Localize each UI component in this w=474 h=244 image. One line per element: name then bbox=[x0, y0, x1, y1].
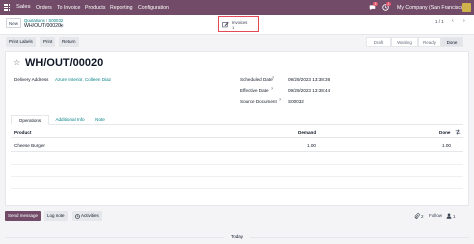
top-navbar: Sales Orders To Invoice Products Reporti… bbox=[0, 0, 474, 15]
tab-additional-info[interactable]: Additional Info bbox=[51, 115, 89, 125]
effective-date-label: Effective Date bbox=[240, 88, 269, 93]
user-avatar[interactable] bbox=[462, 3, 471, 12]
status-ready: Ready bbox=[418, 37, 441, 47]
clock-icon bbox=[74, 213, 80, 219]
menu-reporting[interactable]: Reporting bbox=[110, 5, 133, 11]
menu-to-invoice[interactable]: To Invoice bbox=[57, 5, 80, 11]
activities-button[interactable]: Activities bbox=[72, 211, 102, 221]
menu-orders[interactable]: Orders bbox=[36, 5, 52, 11]
breadcrumb: Quotations / S00032 bbox=[24, 18, 63, 23]
help-mark[interactable]: ? bbox=[272, 76, 274, 80]
pager-next-icon[interactable]: › bbox=[463, 18, 465, 24]
invoices-smart-button[interactable]: Invoices 1 bbox=[218, 16, 259, 32]
tab-note[interactable]: Note bbox=[91, 115, 109, 125]
breadcrumb-order[interactable]: S00032 bbox=[48, 18, 63, 23]
breadcrumb-current: WH/OUT/00020 bbox=[24, 23, 61, 29]
breadcrumb-quotations[interactable]: Quotations bbox=[24, 18, 45, 23]
send-message-button[interactable]: Send message bbox=[5, 211, 42, 221]
row-product: Cheese Burger bbox=[14, 143, 45, 148]
print-button[interactable]: Print bbox=[40, 37, 56, 47]
activities-label: Activities bbox=[81, 213, 99, 218]
pager-value[interactable]: 1 / 1 bbox=[435, 19, 444, 24]
column-product[interactable]: Product bbox=[14, 130, 31, 135]
pencil-square-icon bbox=[222, 22, 229, 28]
scheduled-date-field[interactable]: 09/29/2023 13:38:36 bbox=[288, 77, 330, 82]
return-button[interactable]: Return bbox=[59, 37, 79, 47]
invoices-label: Invoices bbox=[232, 19, 248, 25]
record-title: WH/OUT/00020 bbox=[25, 57, 104, 69]
gear-icon[interactable] bbox=[59, 23, 64, 28]
column-settings-icon[interactable] bbox=[455, 129, 461, 135]
log-note-button[interactable]: Log note bbox=[44, 211, 68, 221]
paperclip-icon[interactable] bbox=[414, 213, 420, 219]
notebook-tabs: Operations Additional Info Note bbox=[11, 115, 463, 125]
status-waiting: Waiting bbox=[391, 37, 418, 47]
empty-row-divider bbox=[11, 164, 463, 165]
app-name[interactable]: Sales bbox=[16, 4, 31, 10]
print-labels-button[interactable]: Print Labels bbox=[6, 37, 36, 47]
attachments-count: 2 bbox=[421, 213, 424, 219]
menu-products[interactable]: Products bbox=[85, 5, 105, 11]
column-demand[interactable]: Demand bbox=[298, 130, 316, 135]
new-button[interactable]: New bbox=[6, 18, 21, 28]
today-separator: Today bbox=[230, 234, 243, 239]
activity-badge: 1 bbox=[386, 2, 391, 6]
row-done: 1.00 bbox=[442, 143, 451, 148]
delivery-address-label: Delivery Address bbox=[14, 77, 49, 82]
company-switcher[interactable]: My Company (San Francisco) bbox=[397, 5, 466, 11]
followers-icon[interactable] bbox=[446, 213, 452, 219]
help-mark[interactable]: ? bbox=[271, 87, 273, 91]
source-document-label: Source Document bbox=[240, 99, 277, 104]
status-draft: Draft bbox=[366, 37, 391, 47]
empty-row-divider bbox=[11, 176, 463, 177]
invoices-count: 1 bbox=[232, 24, 235, 30]
follow-button[interactable]: Follow bbox=[427, 211, 444, 221]
row-demand: 1.00 bbox=[307, 143, 316, 148]
column-done[interactable]: Done bbox=[439, 130, 450, 135]
favorite-star-icon[interactable]: ☆ bbox=[13, 58, 20, 67]
delivery-address-field[interactable]: Azure Interior, Colleen Diaz bbox=[55, 77, 111, 82]
followers-count: 1 bbox=[453, 213, 456, 219]
table-row[interactable]: Cheese Burger 1.00 1.00 bbox=[11, 140, 463, 152]
table-header: Product Demand Done bbox=[11, 127, 463, 138]
status-done: Done bbox=[441, 37, 463, 47]
effective-date-field: 09/29/2023 13:38:44 bbox=[288, 88, 331, 93]
source-document-field[interactable]: S00032 bbox=[288, 99, 304, 104]
menu-configuration[interactable]: Configuration bbox=[138, 5, 169, 11]
app-menu-icon[interactable] bbox=[4, 4, 11, 11]
scheduled-date-label: Scheduled Date bbox=[240, 77, 273, 82]
help-mark[interactable]: ? bbox=[279, 98, 281, 102]
pager-previous-icon[interactable]: ‹ bbox=[452, 18, 454, 24]
chat-badge: 5 bbox=[373, 2, 378, 6]
empty-row-divider bbox=[11, 188, 463, 189]
tab-operations[interactable]: Operations bbox=[11, 115, 49, 125]
